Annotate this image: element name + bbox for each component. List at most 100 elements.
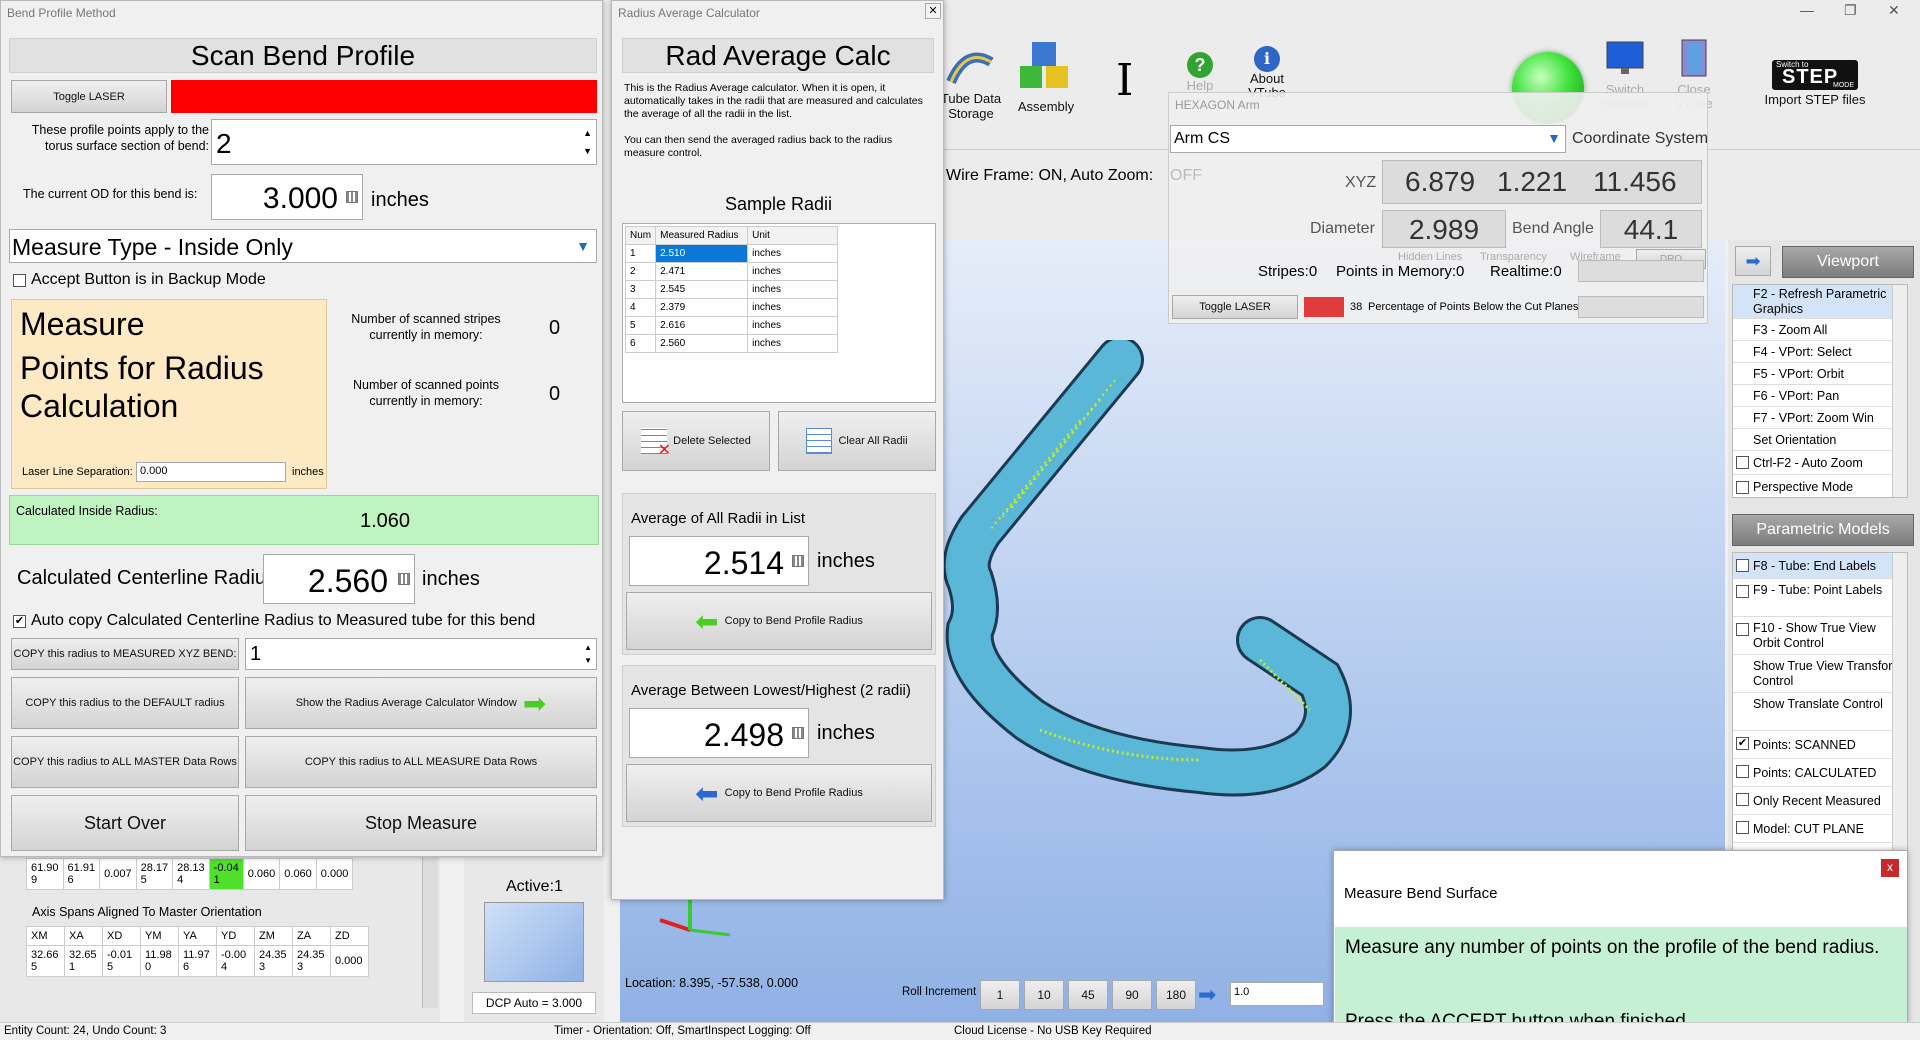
roll-1-button[interactable]: 1	[980, 980, 1020, 1010]
sample-column-header[interactable]: Num	[624, 226, 657, 245]
calc-centerline-input[interactable]: 2.560	[263, 554, 415, 604]
average-between-input[interactable]: 2.498	[629, 708, 809, 758]
sample-cell[interactable]: 2.545	[655, 280, 749, 299]
sample-cell[interactable]: 2.379	[655, 298, 749, 317]
tube-model[interactable]	[940, 340, 1380, 800]
show-radius-calc-button[interactable]: Show the Radius Average Calculator Windo…	[245, 677, 597, 729]
roll-180-button[interactable]: 180	[1156, 980, 1196, 1010]
assembly-button[interactable]: Assembly	[1006, 20, 1086, 130]
sample-cell[interactable]: inches	[747, 316, 839, 335]
perspective-checkbox[interactable]	[1736, 481, 1749, 494]
viewport-item-zoom-all[interactable]: F3 - Zoom All	[1733, 319, 1903, 341]
accept-backup-checkbox[interactable]	[13, 274, 26, 287]
data-grid-scrollbar[interactable]	[422, 848, 438, 1008]
sample-cell[interactable]: 2	[624, 262, 657, 281]
current-od-input[interactable]: 3.000	[211, 174, 363, 220]
sample-cell[interactable]: 2.560	[655, 334, 749, 353]
sample-cell[interactable]: 3	[624, 280, 657, 299]
viewport-item-orbit[interactable]: F5 - VPort: Orbit	[1733, 363, 1903, 385]
radius-calc-close-icon[interactable]: ✕	[925, 3, 941, 19]
parametric-models-header[interactable]: Parametric Models	[1732, 514, 1914, 546]
sample-cell[interactable]: 5	[624, 316, 657, 335]
stop-measure-button[interactable]: Stop Measure	[245, 795, 597, 851]
points-scanned-checkbox[interactable]: ✔	[1736, 737, 1749, 750]
table-row[interactable]: 1 2.510 inches	[624, 244, 839, 263]
table-row[interactable]: 3 2.545 inches	[624, 280, 839, 299]
copy-avg-all-button[interactable]: ⬅ Copy to Bend Profile Radius	[626, 592, 932, 650]
sample-radii-grid[interactable]: Num Measured Radius Unit 1 2.510 inches 2 2.47…	[622, 223, 936, 403]
table-row[interactable]: 6 2.560 inches	[624, 334, 839, 353]
viewport-nav-arrow[interactable]: ➡	[1735, 246, 1771, 276]
import-step-button[interactable]: Switch to STEP MODE Import STEP files	[1740, 60, 1890, 120]
hexagon-toggle-laser-button[interactable]: Toggle LASER	[1172, 295, 1298, 319]
measure-type-select[interactable]: Measure Type - Inside Only ▼	[9, 229, 597, 263]
cut-plane-checkbox[interactable]	[1736, 821, 1749, 834]
sample-cell[interactable]: inches	[747, 280, 839, 299]
model-item-point-labels[interactable]: F9 - Tube: Point Labels	[1733, 579, 1903, 617]
sample-cell[interactable]: 2.510	[655, 244, 749, 263]
roll-10-button[interactable]: 10	[1024, 980, 1064, 1010]
auto-zoom-checkbox[interactable]	[1736, 456, 1749, 469]
viewport-item-auto-zoom[interactable]: Ctrl-F2 - Auto Zoom	[1733, 451, 1903, 475]
sample-cell[interactable]: inches	[747, 244, 839, 263]
coordinate-system-select[interactable]: Arm CS ▼	[1170, 125, 1566, 153]
calculator-icon[interactable]	[792, 727, 804, 739]
viewport-item-perspective[interactable]: Perspective Mode	[1733, 475, 1903, 497]
viewport-header[interactable]: Viewport	[1782, 246, 1914, 278]
spinner-arrows-icon[interactable]: ▲ ▼	[583, 124, 592, 160]
model-item-points-scanned[interactable]: Points: SCANNED	[1733, 731, 1903, 759]
clear-all-radii-button[interactable]: Clear All Radii	[778, 411, 936, 471]
popup-close-button[interactable]: x	[1881, 859, 1899, 877]
profile-points-spinner[interactable]: 2 ▲ ▼	[211, 119, 597, 165]
active-thumbnail[interactable]	[484, 902, 584, 982]
sample-cell[interactable]: inches	[747, 334, 839, 353]
table-row[interactable]: 4 2.379 inches	[624, 298, 839, 317]
orbit-control-checkbox[interactable]	[1736, 623, 1749, 636]
roll-arrow-icon[interactable]: ➡	[1198, 982, 1216, 1008]
viewport-item-select[interactable]: F4 - VPort: Select	[1733, 341, 1903, 363]
sample-cell[interactable]: 6	[624, 334, 657, 353]
end-labels-checkbox[interactable]	[1736, 559, 1749, 572]
sample-cell[interactable]: 2.471	[655, 262, 749, 281]
model-item-translate-control[interactable]: Show Translate Control	[1733, 693, 1903, 731]
viewport-list-scrollbar[interactable]	[1892, 285, 1907, 497]
viewport-item-pan[interactable]: F6 - VPort: Pan	[1733, 385, 1903, 407]
model-item-end-labels[interactable]: F8 - Tube: End Labels	[1733, 553, 1903, 579]
spinner-arrows-icon[interactable]: ▲ ▼	[584, 641, 592, 667]
copy-to-default-button[interactable]: COPY this radius to the DEFAULT radius	[11, 677, 239, 729]
model-item-points-calculated[interactable]: Points: CALCULATED	[1733, 759, 1903, 787]
sample-column-header[interactable]: Measured Radius	[655, 226, 749, 245]
copy-avg-between-button[interactable]: ⬅ Copy to Bend Profile Radius	[626, 764, 932, 822]
start-over-button[interactable]: Start Over	[11, 795, 239, 851]
calculator-icon[interactable]	[346, 191, 358, 203]
copy-to-measure-rows-button[interactable]: COPY this radius to ALL MEASURE Data Row…	[245, 736, 597, 788]
roll-value-input[interactable]: 1.0	[1230, 982, 1324, 1006]
xyz-bend-spinner[interactable]: 1 ▲ ▼	[245, 638, 597, 670]
sample-cell[interactable]: inches	[747, 262, 839, 281]
laser-separation-input[interactable]: 0.000	[136, 462, 286, 482]
model-item-cut-plane[interactable]: Model: CUT PLANE	[1733, 815, 1903, 843]
auto-copy-checkbox[interactable]: ✔	[13, 615, 26, 628]
roll-45-button[interactable]: 45	[1068, 980, 1108, 1010]
calculator-icon[interactable]	[398, 573, 410, 585]
tube-data-storage-button[interactable]: Tube Data Storage	[940, 20, 1002, 130]
viewport-item-zoom-win[interactable]: F7 - VPort: Zoom Win	[1733, 407, 1903, 429]
sample-cell[interactable]: 2.616	[655, 316, 749, 335]
sample-cell[interactable]: 4	[624, 298, 657, 317]
roll-90-button[interactable]: 90	[1112, 980, 1152, 1010]
sample-column-header[interactable]: Unit	[747, 226, 839, 245]
only-recent-checkbox[interactable]	[1736, 793, 1749, 806]
sample-cell[interactable]: 1	[624, 244, 657, 263]
viewport-item-set-orientation[interactable]: Set Orientation	[1733, 429, 1903, 451]
model-item-orbit-control[interactable]: F10 - Show True View Orbit Control	[1733, 617, 1903, 655]
table-row[interactable]: 2 2.471 inches	[624, 262, 839, 281]
point-labels-checkbox[interactable]	[1736, 585, 1749, 598]
toggle-laser-button[interactable]: Toggle LASER	[11, 80, 167, 113]
parametric-list-scrollbar[interactable]	[1892, 553, 1907, 851]
minimize-icon[interactable]: —	[1800, 2, 1814, 18]
calculator-icon[interactable]	[792, 555, 804, 567]
model-item-only-recent[interactable]: Only Recent Measured	[1733, 787, 1903, 815]
points-calculated-checkbox[interactable]	[1736, 765, 1749, 778]
copy-to-xyz-bend-button[interactable]: COPY this radius to MEASURED XYZ BEND:	[11, 638, 239, 670]
copy-to-master-rows-button[interactable]: COPY this radius to ALL MASTER Data Rows	[11, 736, 239, 788]
